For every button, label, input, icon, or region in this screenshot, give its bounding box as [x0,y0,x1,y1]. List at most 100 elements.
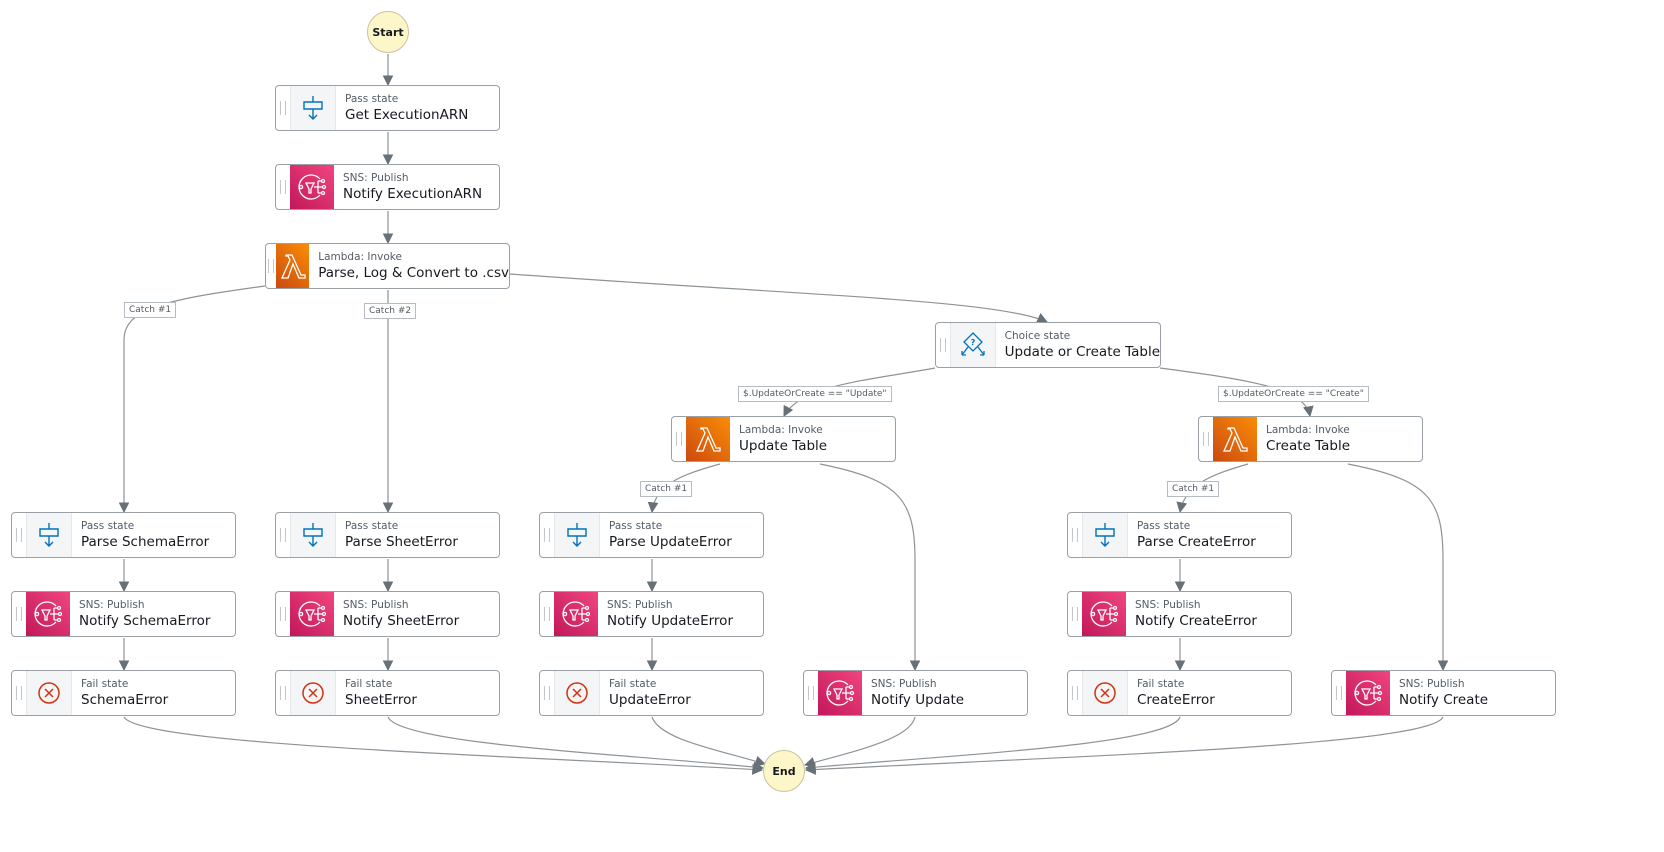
drag-handle[interactable] [1199,417,1213,461]
state-name: Parse, Log & Convert to .csv [318,264,509,281]
fail-icon [554,671,600,715]
state-name: Create Table [1266,437,1351,454]
state-parse-log-convert[interactable]: Lambda: Invoke Parse, Log & Convert to .c… [265,243,510,289]
state-update-table[interactable]: Lambda: Invoke Update Table [671,416,896,462]
state-get-execution-arn[interactable]: Pass state Get ExecutionARN [275,85,500,131]
state-name: UpdateError [609,691,691,708]
drag-handle[interactable] [1068,671,1082,715]
drag-handle[interactable] [1332,671,1346,715]
drag-handle[interactable] [276,513,290,557]
edge-label-cond-create[interactable]: $.UpdateOrCreate == "Create" [1218,386,1369,402]
edge-parse-log-choice [509,273,1048,323]
drag-handle[interactable] [12,671,26,715]
drag-handle[interactable] [276,592,290,636]
fail-icon [26,671,72,715]
state-name: Parse SheetError [345,533,458,550]
edge-label-update-catch1[interactable]: Catch #1 [640,481,693,497]
state-type: Fail state [81,677,129,690]
state-name: Parse SchemaError [81,533,210,550]
state-parse-schema-error[interactable]: Pass state Parse SchemaError [11,512,236,558]
state-type: SNS: Publish [607,598,673,611]
state-name: Parse UpdateError [609,533,732,550]
state-notify-schema-error[interactable]: SNS: Publish Notify SchemaError [11,591,236,637]
state-name: Notify SchemaError [79,612,211,629]
edge-label-cond-update[interactable]: $.UpdateOrCreate == "Update" [738,386,892,402]
drag-handle[interactable] [12,592,26,636]
fail-icon [290,671,336,715]
lambda-icon [1213,417,1257,461]
state-notify-create[interactable]: SNS: Publish Notify Create [1331,670,1556,716]
end-node[interactable]: End [763,750,805,792]
state-type: Fail state [345,677,393,690]
edge-label-create-catch1[interactable]: Catch #1 [1167,481,1220,497]
state-create-error[interactable]: Fail state CreateError [1067,670,1292,716]
state-create-table[interactable]: Lambda: Invoke Create Table [1198,416,1423,462]
state-name: Notify Update [871,691,965,708]
drag-handle[interactable] [12,513,26,557]
edge-label-catch1[interactable]: Catch #1 [124,302,177,318]
sns-icon [1082,592,1126,636]
state-type: Choice state [1004,329,1071,342]
state-sheet-error[interactable]: Fail state SheetError [275,670,500,716]
drag-handle[interactable] [266,244,276,288]
state-parse-create-error[interactable]: Pass state Parse CreateError [1067,512,1292,558]
state-type: SNS: Publish [343,171,409,184]
state-type: Pass state [1137,519,1191,532]
drag-handle[interactable] [804,671,818,715]
pass-icon [290,513,336,557]
drag-handle[interactable] [276,165,290,209]
end-label: End [772,764,796,778]
state-type: Pass state [345,519,399,532]
state-name: SchemaError [81,691,169,708]
state-type: Pass state [81,519,135,532]
state-name: Update Table [739,437,828,454]
state-parse-update-error[interactable]: Pass state Parse UpdateError [539,512,764,558]
state-name: Notify SheetError [343,612,460,629]
drag-handle[interactable] [276,86,290,130]
state-name: SheetError [345,691,417,708]
drag-handle[interactable] [672,417,686,461]
choice-icon: ? [949,323,996,367]
sns-icon [554,592,598,636]
lambda-icon [276,244,310,288]
state-type: SNS: Publish [343,598,409,611]
state-notify-update-error[interactable]: SNS: Publish Notify UpdateError [539,591,764,637]
state-type: SNS: Publish [79,598,145,611]
drag-handle[interactable] [540,513,554,557]
state-name: Notify UpdateError [607,612,733,629]
edge-label-catch2[interactable]: Catch #2 [364,303,417,319]
drag-handle[interactable] [936,323,950,367]
edge-schema-end [123,716,764,775]
state-name: Get ExecutionARN [345,106,469,123]
state-type: Fail state [1137,677,1185,690]
state-notify-update[interactable]: SNS: Publish Notify Update [803,670,1028,716]
drag-handle[interactable] [540,592,554,636]
state-type: Lambda: Invoke [1266,423,1350,436]
state-notify-sheet-error[interactable]: SNS: Publish Notify SheetError [275,591,500,637]
edge-notify-create-end [804,716,1444,775]
svg-text:?: ? [970,338,975,347]
state-notify-execution-arn[interactable]: SNS: Publish Notify ExecutionARN [275,164,500,210]
state-update-or-create[interactable]: ? Choice state Update or Create Table [935,322,1161,368]
state-update-error[interactable]: Fail state UpdateError [539,670,764,716]
edge-create-notify-create [1347,463,1449,672]
drag-handle[interactable] [276,671,290,715]
drag-handle[interactable] [1068,592,1082,636]
pass-icon [290,86,336,130]
edge-notify-update-end [803,716,916,768]
pass-icon [554,513,600,557]
start-label: Start [372,25,404,39]
state-type: Lambda: Invoke [318,250,402,263]
lambda-icon [686,417,730,461]
state-type: SNS: Publish [871,677,937,690]
sns-icon [1346,671,1390,715]
fail-icon [1082,671,1128,715]
drag-handle[interactable] [1068,513,1082,557]
state-schema-error[interactable]: Fail state SchemaError [11,670,236,716]
sns-icon [290,165,334,209]
start-node[interactable]: Start [367,11,409,53]
drag-handle[interactable] [540,671,554,715]
edge-create-error-end [804,716,1181,773]
state-parse-sheet-error[interactable]: Pass state Parse SheetError [275,512,500,558]
state-notify-create-error[interactable]: SNS: Publish Notify CreateError [1067,591,1292,637]
